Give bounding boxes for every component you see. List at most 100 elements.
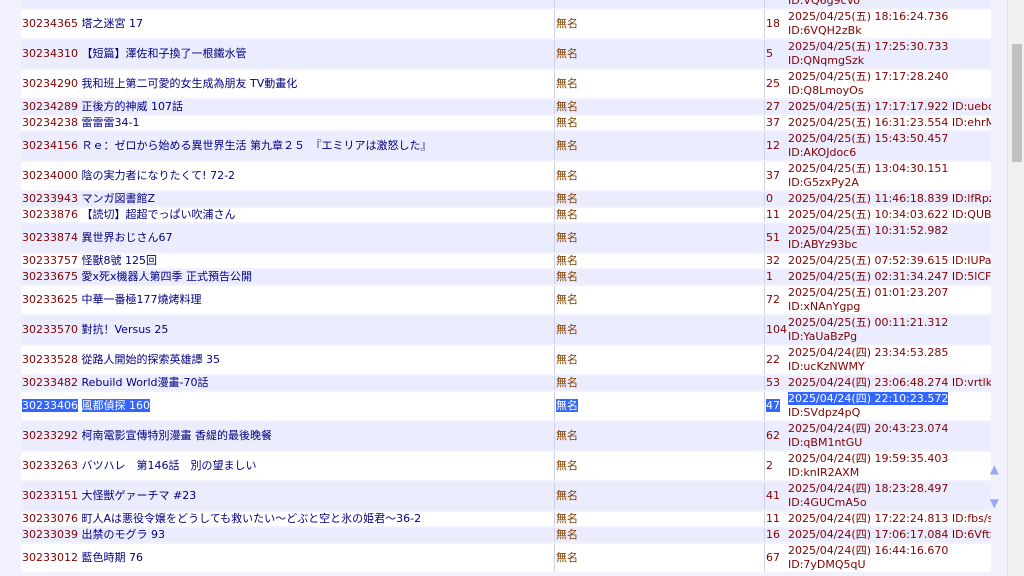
date-cell: 2025/04/24(四) 16:44:16.670 ID:7yDMQ5qU (787, 544, 991, 572)
thread-id[interactable]: 30233151 (22, 489, 78, 502)
thread-title-link[interactable]: 中華一番極177燒烤料理 (82, 293, 202, 306)
thread-id[interactable]: 30233528 (22, 353, 78, 366)
author-name: 無名 (556, 208, 578, 221)
table-row[interactable]: 30233943 マンガ図書館Z 無名 0 2025/04/25(五) 11:46:1… (21, 192, 991, 206)
thread-id[interactable]: 30234365 (22, 17, 78, 30)
thread-id[interactable]: 30233482 (22, 376, 78, 389)
table-row[interactable]: 30233876 【読切】超超でっぱい吹浦さん 無名 11 2025/04/25(五)… (21, 208, 991, 222)
thread-title-link[interactable]: 【短篇】澤佐和子換了一根鐵水管 (82, 47, 247, 60)
table-row[interactable]: 30233675 愛x死x機器人第四季 正式預告公開 無名 1 2025/04/25(… (21, 270, 991, 284)
thread-id[interactable]: 30233570 (22, 323, 78, 336)
thread-id[interactable]: 30233292 (22, 429, 78, 442)
thread-title-link[interactable]: 塔之迷宮 17 (82, 17, 144, 30)
thread-title-link[interactable]: 怪獸8號 125回 (82, 254, 158, 267)
thread-title-link[interactable]: Ｒｅ：ゼロから始める異世界生活 第九章２５ 『エミリアは激怒した』 (82, 139, 432, 152)
count-cell: 0 (764, 192, 787, 206)
reply-count: 1 (766, 270, 773, 283)
thread-title-link[interactable]: 我和班上第二可愛的女生成為朋友 TV動畫化 (82, 77, 298, 90)
table-row[interactable]: 30233012 藍色時期 76 無名 67 2025/04/24(四) 16:44:… (21, 544, 991, 572)
scroll-down-arrow-icon[interactable]: ▼ (990, 497, 999, 509)
thread-cell: 30234238 雷雷雷34-1 (21, 116, 554, 130)
thread-cell: 30234289 正後方的神威 107話 (21, 100, 554, 114)
count-cell: 72 (764, 286, 787, 314)
thread-title-link[interactable]: 藍色時期 76 (82, 551, 144, 564)
thread-title-link[interactable]: 町人Aは悪役令嬢をどうしても救いたい～どぶと空と氷の姫君～36-2 (82, 512, 422, 525)
thread-id[interactable]: 30233876 (22, 208, 78, 221)
thread-id[interactable]: 30234310 (22, 47, 78, 60)
thread-cell: 30233076 町人Aは悪役令嬢をどうしても救いたい～どぶと空と氷の姫君～36… (21, 512, 554, 526)
thread-title-link[interactable]: 雷雷雷34-1 (82, 116, 140, 129)
author-cell: 無名 (554, 10, 764, 38)
scrollbar-thumb[interactable] (1012, 44, 1022, 162)
post-date: 2025/04/25(五) 13:04:30.151 (788, 162, 949, 175)
reply-count: 12 (766, 139, 780, 152)
thread-id[interactable]: 30233039 (22, 528, 78, 541)
thread-id[interactable]: 30234156 (22, 139, 78, 152)
author-name: 無名 (556, 192, 578, 205)
thread-title-link[interactable]: 異世界おじさん67 (82, 231, 173, 244)
table-row[interactable]: ID:VQ6g9cVo (21, 0, 991, 8)
thread-title-link[interactable]: バツハレ 第146話 別の望ましい (82, 459, 257, 472)
thread-id[interactable]: 30233675 (22, 270, 78, 283)
count-cell: 41 (764, 482, 787, 510)
table-row[interactable]: 30234289 正後方的神威 107話 無名 27 2025/04/25(五) 17… (21, 100, 991, 114)
table-row[interactable]: 30233482 Rebuild World漫畫-70話 無名 53 2025/04/… (21, 376, 991, 390)
thread-id[interactable]: 30233263 (22, 459, 78, 472)
table-row[interactable]: 30233528 從路人開始的探索英雄譚 35 無名 22 2025/04/24(四)… (21, 346, 991, 374)
thread-id[interactable]: 30233076 (22, 512, 78, 525)
thread-id[interactable]: 30234238 (22, 116, 78, 129)
thread-title-link[interactable]: 愛x死x機器人第四季 正式預告公開 (82, 270, 253, 283)
thread-id[interactable]: 30233406 (22, 399, 78, 412)
poster-id: ID:uebo07zA (951, 100, 991, 113)
table-row[interactable]: 30233874 異世界おじさん67 無名 51 2025/04/25(五) 10:3… (21, 224, 991, 252)
thread-title-link[interactable]: マンガ図書館Z (82, 192, 156, 205)
author-name: 無名 (556, 323, 578, 336)
date-cell: ID:VQ6g9cVo (787, 0, 991, 8)
thread-title-link[interactable]: 出禁のモグラ 93 (82, 528, 166, 541)
thread-id[interactable]: 30233625 (22, 293, 78, 306)
thread-title-link[interactable]: 【読切】超超でっぱい吹浦さん (82, 208, 236, 221)
table-row[interactable]: 30233263 バツハレ 第146話 別の望ましい 無名 2 2025/04/24(… (21, 452, 991, 480)
table-row[interactable]: 30234310 【短篇】澤佐和子換了一根鐵水管 無名 5 2025/04/25(五)… (21, 40, 991, 68)
date-cell: 2025/04/25(五) 17:25:30.733 ID:QNqmgSzk (787, 40, 991, 68)
thread-title-link[interactable]: 柯南電影宣傳特別漫畫 香緹的最後晚餐 (82, 429, 273, 442)
table-row[interactable]: 30233076 町人Aは悪役令嬢をどうしても救いたい～どぶと空と氷の姫君～36… (21, 512, 991, 526)
reply-count: 47 (766, 399, 780, 412)
post-date: 2025/04/25(五) 10:31:52.982 (788, 224, 949, 237)
table-row[interactable]: 30233292 柯南電影宣傳特別漫畫 香緹的最後晚餐 無名 62 2025/04/2… (21, 422, 991, 450)
table-row[interactable]: 30234365 塔之迷宮 17 無名 18 2025/04/25(五) 18:16:… (21, 10, 991, 38)
thread-title-link[interactable]: 風都偵探 160 (81, 399, 150, 412)
post-date: 2025/04/24(四) 22:10:23.572 (788, 392, 949, 405)
author-name: 無名 (556, 17, 578, 30)
count-cell: 22 (764, 346, 787, 374)
thread-id[interactable]: 30233874 (22, 231, 78, 244)
thread-title-link[interactable]: 從路人開始的探索英雄譚 35 (82, 353, 221, 366)
table-row[interactable]: 30233570 對抗！Versus 25 無名 104 2025/04/25(五) … (21, 316, 991, 344)
thread-id[interactable]: 30233943 (22, 192, 78, 205)
post-date: 2025/04/25(五) 00:11:21.312 (788, 316, 949, 329)
table-row[interactable]: 30234000 陰の実力者になりたくて! 72-2 無名 37 2025/04/25… (21, 162, 991, 190)
table-row[interactable]: 30234156 Ｒｅ：ゼロから始める異世界生活 第九章２５ 『エミリアは激怒し… (21, 132, 991, 160)
reply-count: 25 (766, 77, 780, 90)
thread-title-link[interactable]: 正後方的神威 107話 (82, 100, 184, 113)
table-row[interactable]: 30234238 雷雷雷34-1 無名 37 2025/04/25(五) 16:31:… (21, 116, 991, 130)
thread-cell: 30233570 對抗！Versus 25 (21, 316, 554, 344)
thread-title-link[interactable]: 大怪獣ゲァーチマ #23 (82, 489, 197, 502)
table-row[interactable]: 30233151 大怪獣ゲァーチマ #23 無名 41 2025/04/24(四) 1… (21, 482, 991, 510)
page-scrollbar[interactable] (1007, 0, 1024, 576)
thread-id[interactable]: 30234289 (22, 100, 78, 113)
thread-id[interactable]: 30233757 (22, 254, 78, 267)
thread-title-link[interactable]: 對抗！Versus 25 (82, 323, 169, 336)
table-row[interactable]: 30233406 風都偵探 160 無名 47 2025/04/24(四) 22:10… (21, 392, 991, 420)
thread-title-link[interactable]: 陰の実力者になりたくて! 72-2 (82, 169, 236, 182)
table-row[interactable]: 30233039 出禁のモグラ 93 無名 16 2025/04/24(四) 17:0… (21, 528, 991, 542)
table-row[interactable]: 30234290 我和班上第二可愛的女生成為朋友 TV動畫化 無名 25 2025/0… (21, 70, 991, 98)
thread-title-link[interactable]: Rebuild World漫畫-70話 (82, 376, 209, 389)
thread-cell: 30233151 大怪獣ゲァーチマ #23 (21, 482, 554, 510)
thread-id[interactable]: 30234290 (22, 77, 78, 90)
scroll-up-arrow-icon[interactable]: ▲ (990, 463, 999, 475)
thread-id[interactable]: 30234000 (22, 169, 78, 182)
thread-id[interactable]: 30233012 (22, 551, 78, 564)
table-row[interactable]: 30233625 中華一番極177燒烤料理 無名 72 2025/04/25(五) 0… (21, 286, 991, 314)
table-row[interactable]: 30233757 怪獸8號 125回 無名 32 2025/04/25(五) 07:5… (21, 254, 991, 268)
